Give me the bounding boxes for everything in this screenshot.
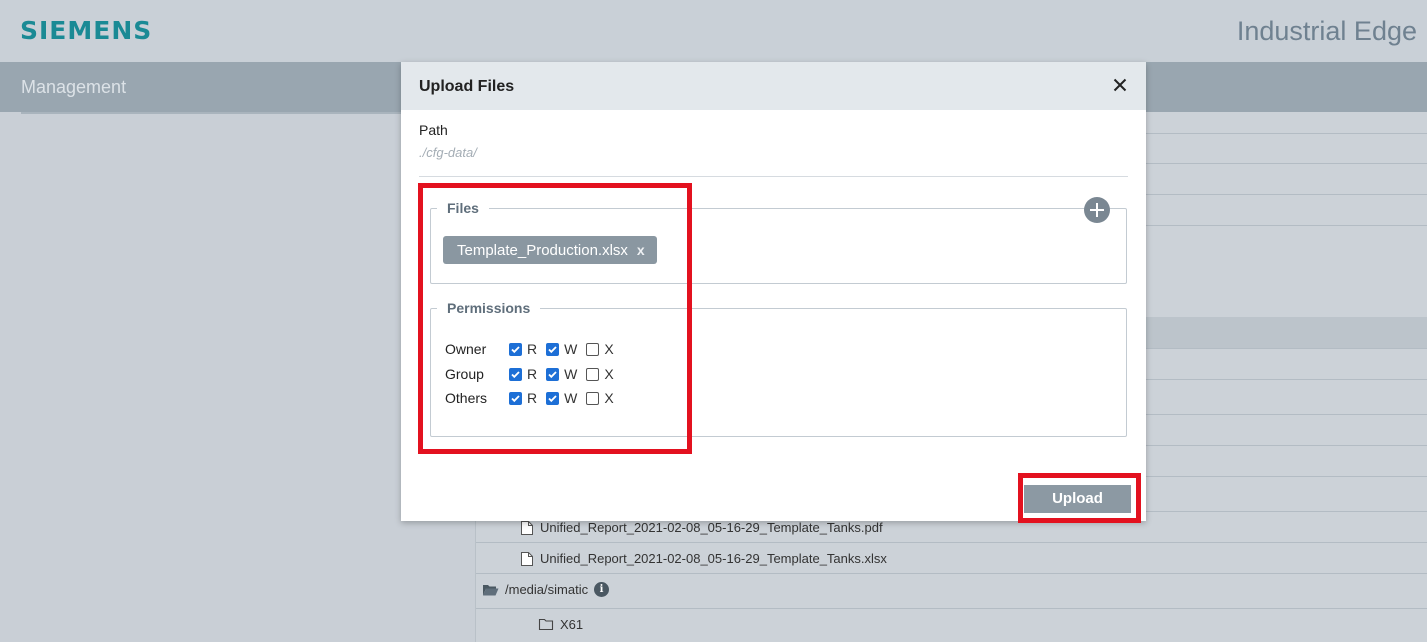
checkbox-label: W xyxy=(564,390,578,406)
checkbox-label: X xyxy=(604,390,614,406)
checkbox-group-r[interactable]: R xyxy=(509,366,537,382)
checkbox-label: X xyxy=(604,366,614,382)
permission-row-group: Group R W X xyxy=(445,364,623,384)
folder-icon xyxy=(538,618,554,631)
path-value: ./cfg-data/ xyxy=(419,145,477,160)
permission-role-label: Owner xyxy=(445,341,487,357)
path-label: Path xyxy=(419,122,448,138)
checkbox-checked-icon xyxy=(509,391,522,405)
file-icon xyxy=(520,520,534,536)
close-icon[interactable] xyxy=(1110,74,1130,96)
checkbox-group-x[interactable]: X xyxy=(586,366,614,382)
checkbox-label: R xyxy=(527,366,538,382)
checkbox-checked-icon xyxy=(509,342,522,356)
checkbox-unchecked-icon xyxy=(586,391,600,405)
checkbox-label: W xyxy=(564,341,578,357)
checkbox-label: R xyxy=(527,390,538,406)
checkbox-unchecked-icon xyxy=(586,367,600,381)
file-name: Unified_Report_2021-02-08_05-16-29_Templ… xyxy=(540,551,887,566)
checkbox-label: R xyxy=(527,341,538,357)
file-icon xyxy=(520,551,534,567)
folder-open-icon xyxy=(482,583,499,596)
product-name: Industrial Edge xyxy=(1236,16,1417,46)
file-chip: Template_Production.xlsx x xyxy=(443,236,657,264)
siemens-logo: SIEMENS xyxy=(20,16,153,45)
checkbox-label: X xyxy=(604,341,614,357)
files-legend: Files xyxy=(447,200,479,216)
checkbox-others-r[interactable]: R xyxy=(509,390,537,406)
checkbox-unchecked-icon xyxy=(586,342,600,356)
folder-name: X61 xyxy=(560,617,584,632)
checkbox-label: W xyxy=(564,366,578,382)
permission-row-owner: Owner R W X xyxy=(445,339,623,359)
info-icon[interactable]: i xyxy=(594,582,610,597)
plus-circle-icon[interactable] xyxy=(1084,197,1110,223)
checkbox-checked-icon xyxy=(546,367,560,381)
top-header: SIEMENS Industrial Edge xyxy=(0,0,1427,62)
list-item[interactable]: X61 xyxy=(476,609,1427,640)
permission-row-others: Others R W X xyxy=(445,388,623,408)
dialog-title: Upload Files xyxy=(419,78,515,95)
checkbox-others-x[interactable]: X xyxy=(586,390,614,406)
file-name: Unified_Report_2021-02-08_05-16-29_Templ… xyxy=(540,520,883,535)
permission-role-label: Others xyxy=(445,390,488,406)
checkbox-checked-icon xyxy=(509,367,522,381)
remove-file-button[interactable]: x xyxy=(637,242,645,258)
checkbox-others-w[interactable]: W xyxy=(546,390,577,406)
nav-divider xyxy=(21,112,401,114)
dialog-divider xyxy=(419,176,1128,177)
dialog-header: Upload Files xyxy=(401,62,1146,110)
permissions-legend: Permissions xyxy=(447,300,531,316)
checkbox-owner-w[interactable]: W xyxy=(546,341,577,357)
file-chip-name: Template_Production.xlsx xyxy=(457,241,628,259)
checkbox-group-w[interactable]: W xyxy=(546,366,577,382)
checkbox-owner-x[interactable]: X xyxy=(586,341,614,357)
checkbox-checked-icon xyxy=(546,342,560,356)
upload-button[interactable]: Upload xyxy=(1024,485,1131,513)
list-item[interactable]: Unified_Report_2021-02-08_05-16-29_Templ… xyxy=(476,543,1427,574)
permission-role-label: Group xyxy=(445,366,484,382)
list-item[interactable]: /media/simatic i xyxy=(476,574,1427,605)
folder-name: /media/simatic xyxy=(505,582,589,597)
upload-files-dialog: Upload Files Path ./cfg-data/ Files Temp… xyxy=(401,62,1146,521)
checkbox-owner-r[interactable]: R xyxy=(509,341,537,357)
checkbox-checked-icon xyxy=(546,391,560,405)
nav-management[interactable]: Management xyxy=(21,77,126,98)
